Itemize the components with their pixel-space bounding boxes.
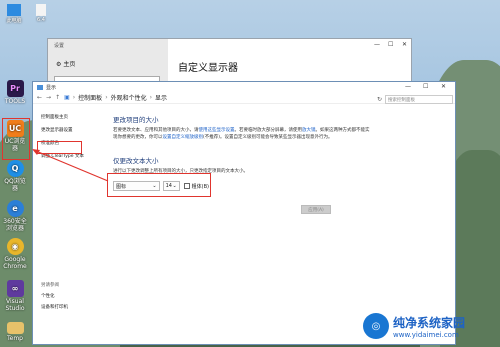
desktop-icon-label: 6.4 [37,17,45,23]
description-text: 。若要临时放大部分屏幕，请使用 [234,128,303,133]
display-window[interactable]: 显示 — ☐ ✕ ← → ↑ ▣ › 控制面板 › 外观和个性化 › 显示 ↻ … [32,81,456,345]
close-button[interactable]: ✕ [441,83,446,90]
up-arrow-icon[interactable]: ↑ [55,94,60,101]
description-text: 若要更改文本、应用和其他项目的大小，请 [113,128,199,133]
desktop-icon-label: TOOLS [4,98,26,105]
home-icon: ⚙ [56,61,62,68]
main-content: 更改项目的大小 若要更改文本、应用和其他项目的大小，请使用这些显示设置。若要临时… [113,114,373,174]
highlight-box-controls [107,173,211,197]
desktop-icon-visual-studio[interactable]: ∞ Visual Studio [2,280,28,312]
search-input[interactable]: 搜索控制面板 [385,95,453,104]
settings-heading: 自定义显示器 [178,63,238,74]
desktop-icon-file[interactable]: 6.4 [30,4,52,23]
breadcrumb-item[interactable]: 显示 [155,93,167,102]
minimize-button[interactable]: — [405,83,411,90]
section-description: 若要更改文本、应用和其他项目的大小，请使用这些显示设置。若要临时放大部分屏幕，请… [113,128,373,141]
visual-studio-icon: ∞ [6,280,24,297]
desktop-icon-qq-browser[interactable]: Q QQ浏览器 [2,160,28,192]
display-titlebar[interactable]: 显示 — ☐ ✕ [33,82,455,92]
watermark-logo: ◎ [363,313,389,339]
display-settings-link[interactable]: 使用这些显示设置 [199,128,235,133]
display-window-icon [37,84,43,90]
folder-icon [6,322,24,334]
premiere-icon: Pr [6,80,24,97]
desktop: 此电脑 6.4 Pr TOOLS UC UC浏览器 Q QQ浏览器 e 360安… [0,0,500,347]
see-also-personalization[interactable]: 个性化 [41,293,107,299]
see-also-section: 另请参阅 个性化 设备和打印机 [41,282,107,315]
computer-icon [7,4,21,16]
forward-arrow-icon[interactable]: → [46,94,51,101]
breadcrumb-separator: › [149,94,153,101]
desktop-icon-chrome[interactable]: ◉ Google Chrome [2,238,28,270]
desktop-icon-label: QQ浏览器 [4,178,26,192]
description-text: (不推荐)。设置自定义级别可能会导致某些显示器出现意外行为。 [203,134,333,140]
nav-item-control-panel-home[interactable]: 控制面板主页 [41,114,107,120]
watermark-url: www.yidaimei.com [393,330,459,339]
back-arrow-icon[interactable]: ← [37,94,42,101]
minimize-button[interactable]: — [374,41,380,48]
desktop-icon-label: 360安全浏览器 [3,218,27,232]
breadcrumb-item[interactable]: 控制面板 [78,93,102,102]
breadcrumb-item[interactable]: 外观和个性化 [111,93,147,102]
window-title: 显示 [46,84,57,91]
desktop-icon-this-pc[interactable]: 此电脑 [3,4,25,24]
maximize-button[interactable]: ☐ [423,83,428,90]
breadcrumb-separator: › [72,94,76,101]
settings-title: 设置 [54,43,65,49]
maximize-button[interactable]: ☐ [388,41,393,48]
desktop-icon-label: Google Chrome [3,256,27,270]
arrow-line [35,150,109,182]
highlight-box-uc [2,118,30,160]
chrome-icon: ◉ [6,238,24,255]
search-placeholder: 搜索控制面板 [388,98,415,103]
apply-button[interactable]: 应用(A) [301,205,331,214]
close-button[interactable]: ✕ [402,41,407,48]
control-panel-icon: ▣ [64,94,70,101]
section-title-text-size: 仅更改文本大小 [113,157,159,165]
desktop-icon-label: 此电脑 [6,18,22,24]
360-browser-icon: e [6,200,24,217]
section-title-change-size: 更改项目的大小 [113,116,159,124]
refresh-icon[interactable]: ↻ [377,96,382,103]
desktop-icon-360-browser[interactable]: e 360安全浏览器 [2,200,28,232]
watermark: ◎ 纯净系统家园 www.yidaimei.com [363,313,465,339]
settings-home-label: 主页 [63,61,76,68]
desktop-icon-label: Temp [7,335,23,342]
arrow-head [32,149,40,155]
desktop-icon-temp[interactable]: Temp [2,322,28,342]
file-icon [36,4,46,16]
arrow-annotation [32,149,109,182]
breadcrumb-separator: › [105,94,108,101]
desktop-icon-tools[interactable]: Pr TOOLS [2,80,28,105]
see-also-devices-printers[interactable]: 设备和打印机 [41,304,107,310]
desktop-icon-label: Visual Studio [5,298,25,312]
qq-browser-icon: Q [6,160,24,177]
nav-item-change-display-settings[interactable]: 更改显示器设置 [41,127,107,133]
see-also-heading: 另请参阅 [41,283,59,288]
custom-scaling-link[interactable]: 设置自定义缩放级别 [163,135,204,140]
breadcrumb: ▣ › 控制面板 › 外观和个性化 › 显示 [64,93,167,102]
watermark-title: 纯净系统家园 [393,315,466,330]
magnifier-link[interactable]: 放大镜 [302,128,316,133]
settings-home-link[interactable]: ⚙ 主页 [56,59,75,68]
